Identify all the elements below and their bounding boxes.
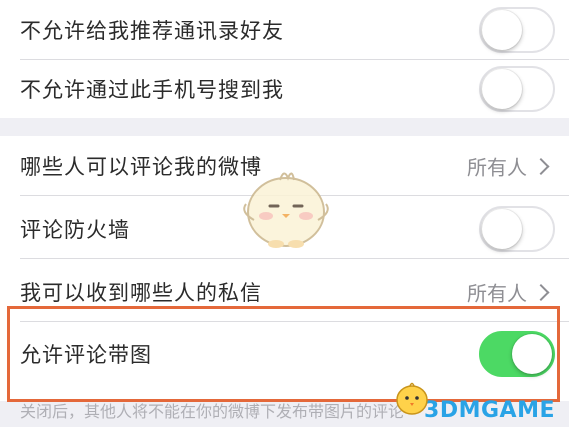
- toggle-knob: [482, 209, 522, 249]
- row-recommend-contacts[interactable]: 不允许给我推荐通讯录好友: [0, 0, 569, 60]
- privacy-settings-screen: 不允许给我推荐通讯录好友 不允许通过此手机号搜到我 哪些人可以评论我的微博 所有…: [0, 0, 569, 427]
- watermark-mascot-icon: [396, 382, 428, 415]
- row-value: 所有人: [467, 278, 550, 307]
- row-label: 不允许给我推荐通讯录好友: [20, 19, 284, 43]
- settings-group-contacts: 不允许给我推荐通讯录好友 不允许通过此手机号搜到我: [0, 0, 569, 118]
- value-text: 所有人: [467, 155, 527, 180]
- row-label: 允许评论带图: [20, 343, 152, 367]
- value-text: 所有人: [467, 281, 527, 306]
- toggle-knob: [482, 69, 522, 109]
- toggle-comment-firewall[interactable]: [479, 206, 555, 252]
- row-label: 我可以收到哪些人的私信: [20, 281, 262, 305]
- toggle-knob: [482, 10, 522, 50]
- row-value: 所有人: [467, 152, 550, 181]
- chevron-right-icon: [532, 283, 550, 301]
- row-allow-image-comments[interactable]: 允许评论带图: [0, 321, 569, 387]
- row-label: 不允许通过此手机号搜到我: [20, 78, 284, 102]
- footnote-text: 关闭后，其他人将不能在你的微博下发布带图片的评论: [20, 402, 405, 421]
- row-search-by-phone[interactable]: 不允许通过此手机号搜到我: [0, 60, 569, 118]
- chevron-right-icon: [532, 157, 550, 175]
- row-who-can-message[interactable]: 我可以收到哪些人的私信 所有人: [0, 262, 569, 322]
- watermark-logo: 3DMGAME: [424, 398, 555, 423]
- toggle-search-by-phone[interactable]: [479, 66, 555, 112]
- toggle-knob: [512, 334, 552, 374]
- row-label: 哪些人可以评论我的微博: [20, 155, 262, 179]
- chick-mascot-icon: [243, 172, 329, 248]
- divider: [20, 258, 569, 259]
- toggle-allow-image-comments[interactable]: [479, 331, 555, 377]
- toggle-recommend-contacts[interactable]: [479, 7, 555, 53]
- row-label: 评论防火墙: [20, 218, 130, 242]
